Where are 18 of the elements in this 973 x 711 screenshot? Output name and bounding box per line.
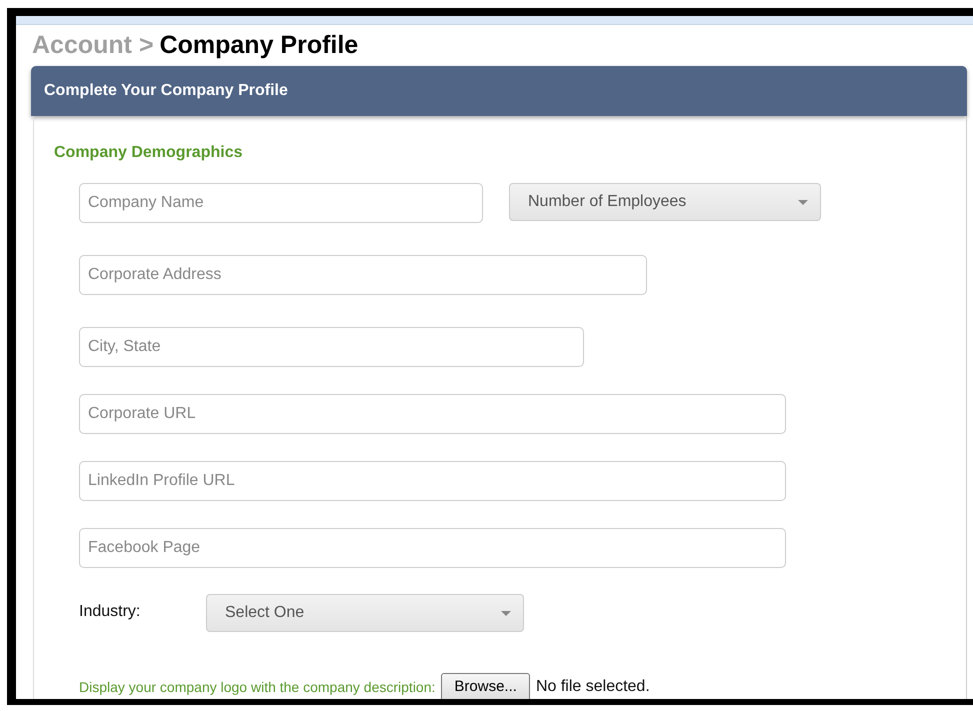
- browse-button[interactable]: Browse...: [441, 673, 530, 699]
- dropdown[interactable]: Number of Employees: [509, 183, 821, 221]
- field-label: Industry:: [79, 602, 142, 622]
- file-status: No file selected.: [536, 677, 650, 698]
- text-field[interactable]: City, State: [79, 327, 584, 367]
- caret-icon: [798, 200, 808, 204]
- text-field[interactable]: Corporate URL: [79, 394, 786, 434]
- text-field[interactable]: Corporate Address: [79, 255, 647, 295]
- section-heading: Company Demographics: [54, 143, 244, 163]
- text-field[interactable]: Company Name: [79, 183, 483, 223]
- text-field[interactable]: Facebook Page: [79, 528, 786, 568]
- breadcrumb-separator: >: [138, 31, 154, 59]
- field-label: Display your company logo with the company description:: [79, 678, 436, 697]
- text-field[interactable]: LinkedIn Profile URL: [79, 461, 786, 501]
- caret-icon: [501, 610, 511, 616]
- panel-header: Complete Your Company Profile: [31, 66, 967, 116]
- dropdown[interactable]: Select One: [206, 594, 524, 632]
- page-title: Company Profile: [160, 31, 358, 59]
